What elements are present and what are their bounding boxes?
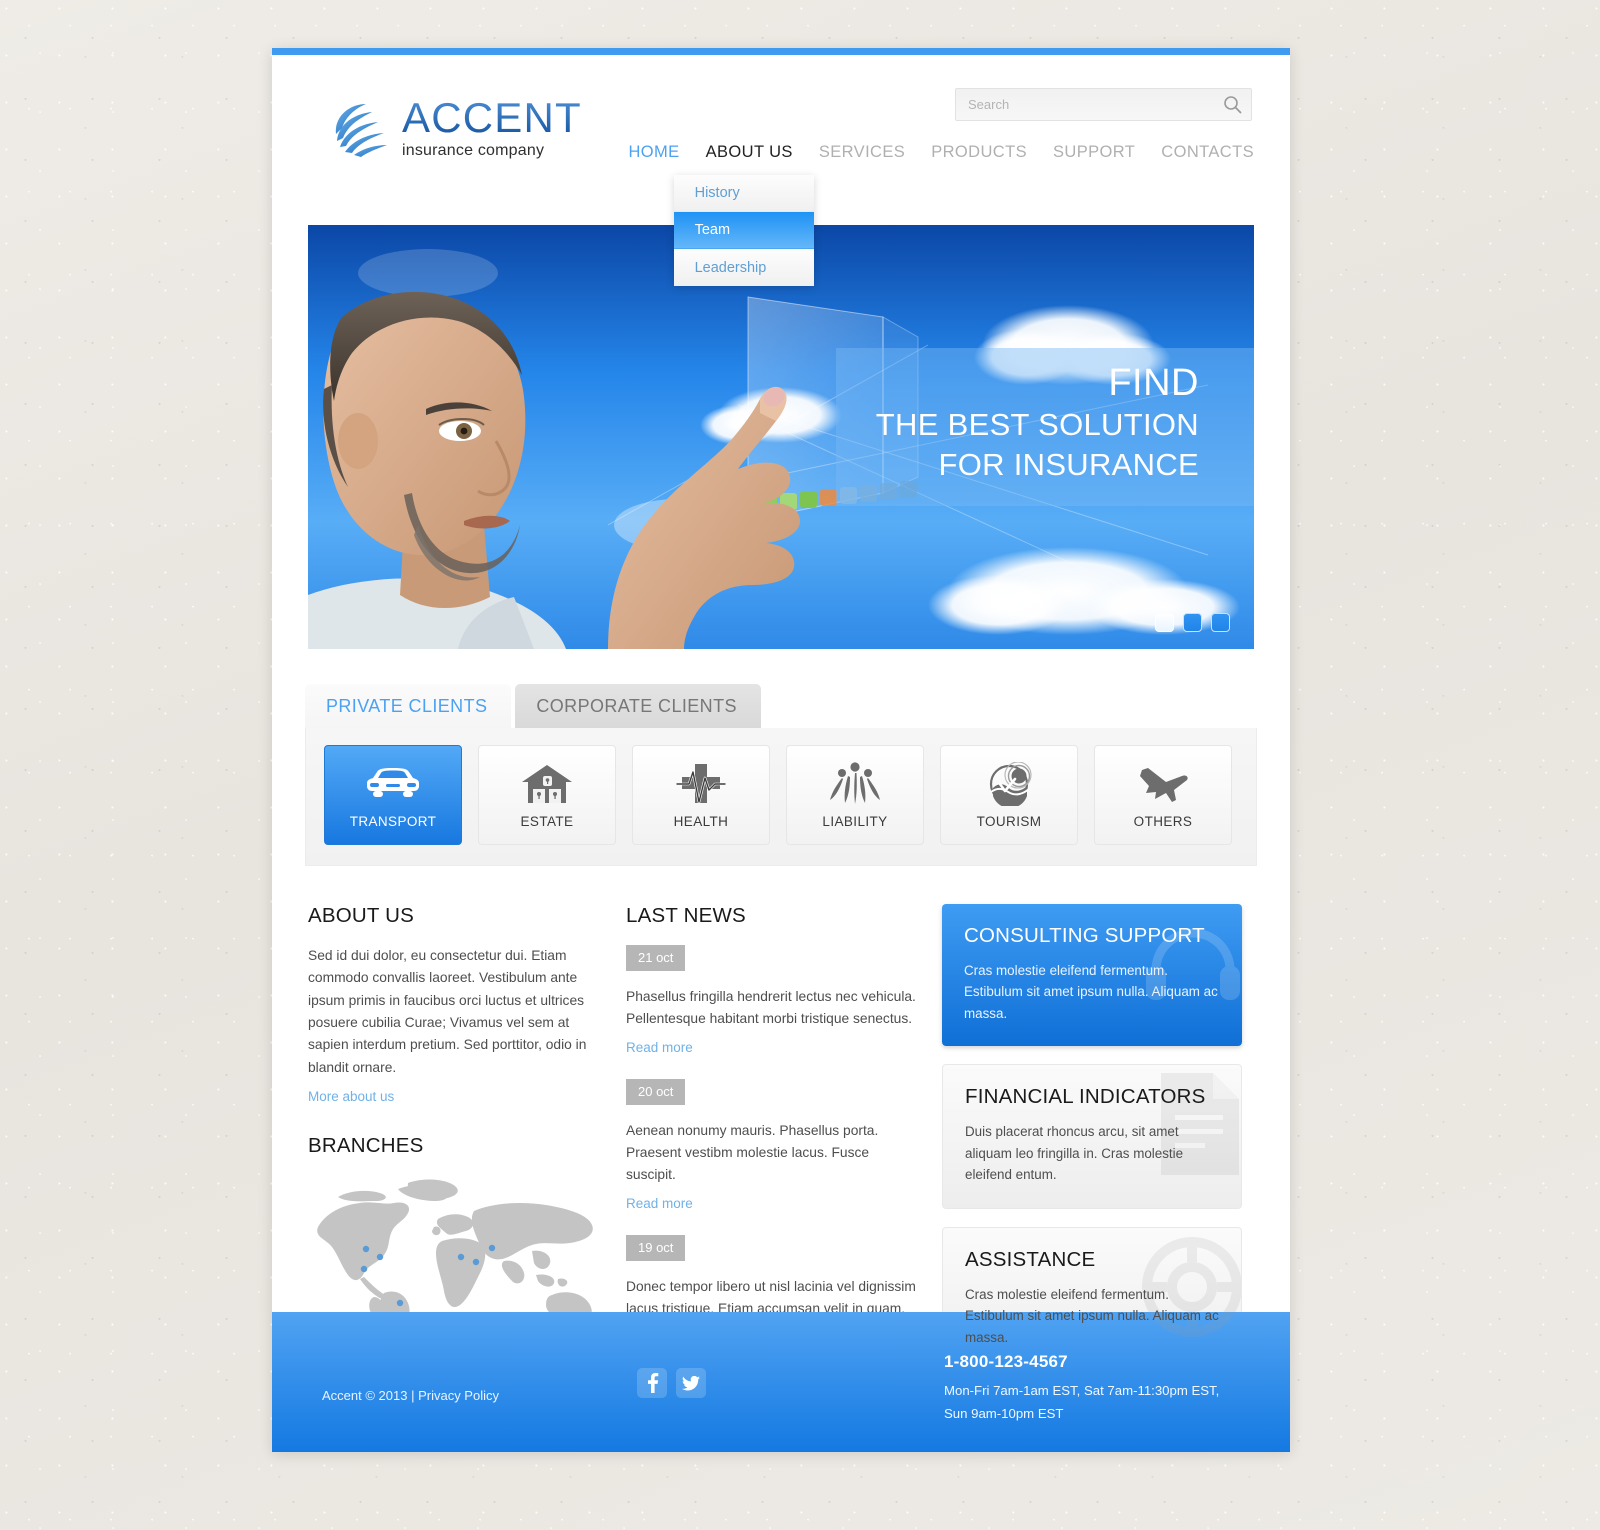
news-read-more-link[interactable]: Read more bbox=[626, 1196, 693, 1211]
social-links bbox=[637, 1368, 706, 1398]
logo-tagline: insurance company bbox=[402, 142, 545, 159]
category-bar: TRANSPORT ESTATE HEALTH LIABILITY TOURIS… bbox=[305, 728, 1257, 866]
news-item: 21 oct Phasellus fringilla hendrerit lec… bbox=[626, 945, 922, 1057]
airplane-icon bbox=[1136, 762, 1190, 806]
category-label: HEALTH bbox=[673, 813, 729, 829]
nav-item-services[interactable]: SERVICES bbox=[819, 143, 905, 162]
side-box-title: FINANCIAL INDICATORS bbox=[965, 1085, 1206, 1109]
hero-caption-line1: FIND bbox=[1108, 362, 1199, 404]
fountain-people-icon bbox=[828, 761, 882, 806]
slider-dot-2[interactable] bbox=[1183, 613, 1202, 632]
main-content: ABOUT US Sed id dui dolor, eu consectetu… bbox=[272, 866, 1290, 1389]
about-us-dropdown: History Team Leadership bbox=[673, 175, 814, 286]
side-box-financial-indicators[interactable]: FINANCIAL INDICATORS Duis placerat rhonc… bbox=[942, 1064, 1242, 1209]
site-header: ACCENT insurance company HOME ABOUT US H… bbox=[272, 55, 1290, 286]
facebook-icon[interactable] bbox=[637, 1368, 667, 1398]
news-date: 19 oct bbox=[626, 1235, 686, 1262]
side-box-title: ASSISTANCE bbox=[965, 1247, 1096, 1271]
category-label: ESTATE bbox=[520, 813, 574, 829]
footer-hours-line1: Mon-Fri 7am-1am EST, Sat 7am-11:30pm EST… bbox=[944, 1383, 1220, 1398]
clients-tabs: PRIVATE CLIENTS CORPORATE CLIENTS bbox=[305, 684, 1257, 728]
side-box-text: Cras molestie eleifend fermentum. Estibu… bbox=[964, 963, 1218, 1021]
news-text: Phasellus fringilla hendrerit lectus nec… bbox=[626, 989, 916, 1027]
side-box-text: Duis placerat rhoncus arcu, sit amet ali… bbox=[965, 1124, 1184, 1183]
side-box-consulting-support[interactable]: CONSULTING SUPPORT Cras molestie eleifen… bbox=[942, 904, 1242, 1047]
dropdown-item-team[interactable]: Team bbox=[673, 212, 814, 249]
nav-link-contacts[interactable]: CONTACTS bbox=[1161, 143, 1254, 161]
about-title: ABOUT US bbox=[308, 904, 415, 927]
globe-wave-icon bbox=[983, 761, 1035, 806]
news-read-more-link[interactable]: Read more bbox=[626, 1040, 693, 1055]
nav-item-products[interactable]: PRODUCTS bbox=[931, 143, 1027, 162]
nav-item-about-us[interactable]: ABOUT US History Team Leadership bbox=[673, 143, 814, 286]
sidebar-column: CONSULTING SUPPORT Cras molestie eleifen… bbox=[942, 904, 1242, 1389]
slider-pager bbox=[1155, 613, 1230, 632]
copyright-text: Accent © 2013 | bbox=[322, 1388, 419, 1403]
logo-name: ACCENT bbox=[402, 94, 582, 141]
tab-private-clients[interactable]: PRIVATE CLIENTS bbox=[305, 684, 512, 728]
category-others[interactable]: OTHERS bbox=[1094, 745, 1232, 845]
twitter-icon[interactable] bbox=[676, 1368, 706, 1398]
main-navigation: HOME ABOUT US History Team Leadership SE… bbox=[628, 143, 1254, 286]
clients-section: PRIVATE CLIENTS CORPORATE CLIENTS TRANSP… bbox=[305, 684, 1257, 866]
news-item: 20 oct Aenean nonumy mauris. Phasellus p… bbox=[626, 1079, 922, 1213]
car-icon bbox=[364, 762, 422, 806]
slider-dot-3[interactable] bbox=[1211, 613, 1230, 632]
search-box[interactable] bbox=[955, 88, 1252, 121]
nav-item-support[interactable]: SUPPORT bbox=[1053, 143, 1135, 162]
footer-phone: 1-800-123-4567 bbox=[944, 1352, 1068, 1371]
category-label: TRANSPORT bbox=[349, 813, 437, 829]
hero-caption-line2: THE BEST SOLUTION bbox=[875, 406, 1199, 442]
globe-swoosh-logo-icon bbox=[335, 104, 387, 157]
heartbeat-cross-icon bbox=[675, 762, 727, 806]
search-button[interactable] bbox=[1213, 89, 1251, 120]
footer-copyright: Accent © 2013 | Privacy Policy bbox=[322, 1388, 499, 1403]
tab-corporate-clients[interactable]: CORPORATE CLIENTS bbox=[515, 684, 761, 728]
about-text: Sed id dui dolor, eu consectetur dui. Et… bbox=[308, 948, 587, 1075]
category-estate[interactable]: ESTATE bbox=[478, 745, 616, 845]
nav-link-services[interactable]: SERVICES bbox=[819, 143, 905, 161]
footer-contacts: 1-800-123-4567 Mon-Fri 7am-1am EST, Sat … bbox=[944, 1352, 1219, 1425]
nav-link-home[interactable]: HOME bbox=[628, 143, 679, 161]
dropdown-item-leadership[interactable]: Leadership bbox=[673, 249, 814, 286]
category-label: TOURISM bbox=[976, 813, 1042, 829]
hero-caption: FIND THE BEST SOLUTION FOR INSURANCE bbox=[835, 348, 1254, 507]
branches-title: BRANCHES bbox=[308, 1134, 424, 1158]
category-health[interactable]: HEALTH bbox=[632, 745, 770, 845]
category-tourism[interactable]: TOURISM bbox=[940, 745, 1078, 845]
category-liability[interactable]: LIABILITY bbox=[786, 745, 924, 845]
nav-link-support[interactable]: SUPPORT bbox=[1053, 143, 1135, 161]
hero-slider[interactable]: FIND THE BEST SOLUTION FOR INSURANCE bbox=[308, 225, 1254, 649]
house-lock-icon bbox=[521, 762, 573, 806]
news-text: Aenean nonumy mauris. Phasellus porta. P… bbox=[626, 1123, 879, 1183]
category-transport[interactable]: TRANSPORT bbox=[324, 745, 462, 845]
more-about-us-link[interactable]: More about us bbox=[308, 1089, 394, 1104]
site-logo[interactable]: ACCENT insurance company bbox=[330, 97, 582, 159]
nav-link-products[interactable]: PRODUCTS bbox=[931, 143, 1027, 161]
category-label: OTHERS bbox=[1133, 813, 1193, 829]
nav-item-home[interactable]: HOME bbox=[628, 143, 679, 162]
nav-link-about-us[interactable]: ABOUT US bbox=[706, 143, 793, 161]
category-label: LIABILITY bbox=[822, 813, 888, 829]
dropdown-item-history[interactable]: History bbox=[673, 175, 814, 212]
news-title: LAST NEWS bbox=[626, 904, 746, 927]
footer-hours-line2: Sun 9am-10pm EST bbox=[944, 1406, 1064, 1422]
slider-dot-1[interactable] bbox=[1155, 613, 1174, 632]
top-accent-bar bbox=[272, 48, 1290, 55]
search-input[interactable] bbox=[956, 97, 1213, 112]
hero-caption-line3: FOR INSURANCE bbox=[938, 447, 1199, 483]
site-page: ACCENT insurance company HOME ABOUT US H… bbox=[272, 48, 1290, 1452]
search-icon bbox=[1223, 96, 1241, 114]
news-date: 20 oct bbox=[626, 1079, 686, 1106]
news-date: 21 oct bbox=[626, 945, 686, 971]
nav-item-contacts[interactable]: CONTACTS bbox=[1161, 143, 1254, 162]
side-box-title: CONSULTING SUPPORT bbox=[964, 924, 1205, 947]
side-box-text: Cras molestie eleifend fermentum. Estibu… bbox=[965, 1286, 1219, 1345]
privacy-policy-link[interactable]: Privacy Policy bbox=[418, 1388, 499, 1403]
